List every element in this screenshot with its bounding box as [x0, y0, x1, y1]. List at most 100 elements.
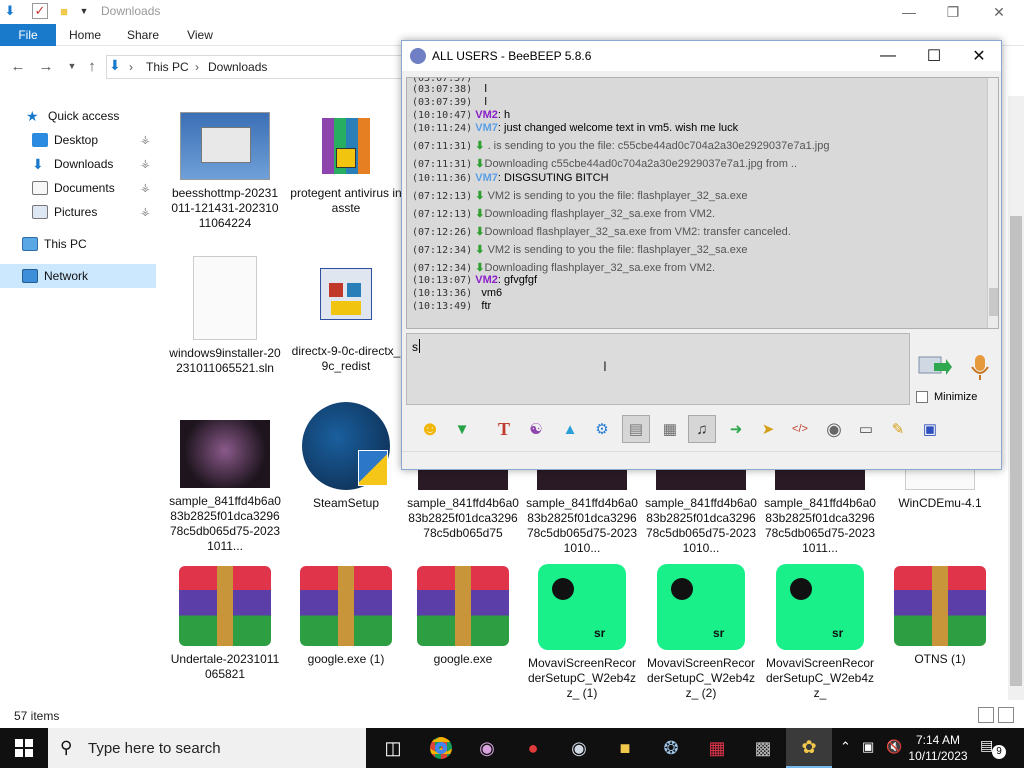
task-view-icon[interactable]: ◫: [370, 728, 416, 768]
save-icon[interactable]: ▣: [916, 415, 944, 443]
file-item[interactable]: beesshottmp-20231011-121431-202310110642…: [169, 112, 281, 231]
chat-scrollbar[interactable]: [987, 78, 998, 328]
send-file-icon[interactable]: ➜: [722, 415, 750, 443]
file-item[interactable]: sr MovaviScreenRecorderSetupC_W2eb4zz_ (…: [645, 564, 757, 701]
file-item[interactable]: sample_841ffd4b6a083b2825f01dca329678c5d…: [645, 470, 757, 556]
download-arrow-icon: ⬇: [109, 57, 121, 73]
tab-view[interactable]: View: [180, 24, 220, 46]
screen-icon[interactable]: ▭: [852, 415, 880, 443]
close-icon[interactable]: ✕: [976, 0, 1022, 24]
breadcrumb-downloads[interactable]: Downloads: [208, 60, 267, 74]
chat-history[interactable]: (03:07:37) (03:07:38) l (03:07:39) l (10…: [406, 77, 999, 329]
steam-icon: [302, 402, 390, 490]
settings-gear-icon[interactable]: ⚙: [588, 415, 616, 443]
file-item[interactable]: sample_841ffd4b6a083b2825f01dca329678c5d…: [764, 470, 876, 556]
nav-pictures[interactable]: Pictures ⚶: [0, 200, 156, 224]
pin-icon[interactable]: ⚶: [141, 181, 150, 194]
volume-muted-icon[interactable]: 🔇: [886, 739, 902, 755]
customize-qa-icon[interactable]: ▼: [76, 3, 92, 19]
pin-icon[interactable]: ⚶: [141, 205, 150, 218]
marker-icon[interactable]: ▼: [448, 415, 476, 443]
file-item[interactable]: OTNS (1): [884, 566, 996, 667]
new-folder-icon[interactable]: ■: [56, 3, 72, 19]
chat-line: (10:13:36) vm6: [412, 287, 503, 299]
file-item[interactable]: sample_841ffd4b6a083b2825f01dca329678c5d…: [526, 470, 638, 556]
pin-icon[interactable]: ⚶: [141, 157, 150, 170]
start-button[interactable]: [0, 728, 48, 768]
show-hidden-icons-icon[interactable]: ⌃: [840, 739, 851, 755]
music-note-icon[interactable]: ♫: [688, 415, 716, 443]
back-arrow-icon[interactable]: ←: [8, 56, 28, 76]
folder-arrow-icon[interactable]: ➤: [754, 415, 782, 443]
minimize-icon[interactable]: —: [886, 0, 932, 24]
winrar-icon[interactable]: ▦: [694, 728, 740, 768]
camera-icon[interactable]: ◉: [820, 415, 848, 443]
emoticon-icon[interactable]: ☻: [416, 415, 444, 443]
file-item[interactable]: directx-9-0c-directx_9c_redist: [290, 268, 402, 374]
tab-share[interactable]: Share: [122, 24, 164, 46]
maximize-icon[interactable]: ☐: [911, 41, 957, 71]
chat-line: (10:11:36) VM7: DISGSUTING BITCH: [412, 172, 609, 184]
message-input[interactable]: s I: [406, 333, 910, 405]
clock[interactable]: 7:14 AM 10/11/2023: [904, 732, 972, 764]
taskbar-search[interactable]: ⚲ Type here to search: [48, 728, 366, 768]
network-app-icon[interactable]: ▩: [740, 728, 786, 768]
scrollbar-thumb[interactable]: [1010, 216, 1022, 686]
taskbar: ⚲ Type here to search ◫ ◉ ● ◉ ■ ❂ ▦ ▩ ✿ …: [0, 728, 1024, 768]
download-icon: ⬇: [475, 158, 485, 170]
file-item[interactable]: protegent antivirus inasste: [290, 112, 402, 216]
filter-icon[interactable]: ▲: [556, 415, 584, 443]
nav-quick-access[interactable]: ★ Quick access: [0, 104, 156, 128]
font-icon[interactable]: T: [490, 415, 518, 443]
nav-documents[interactable]: Documents ⚶: [0, 176, 156, 200]
breadcrumb-this-pc[interactable]: This PC: [146, 60, 189, 74]
large-icons-view-icon[interactable]: [998, 707, 1014, 723]
nav-network[interactable]: Network: [0, 264, 156, 288]
file-item[interactable]: google.exe: [407, 566, 519, 667]
maximize-icon[interactable]: ❐: [930, 0, 976, 24]
minimize-checkbox[interactable]: Minimize: [916, 391, 977, 403]
checkbox-box[interactable]: [916, 391, 928, 403]
details-view-icon[interactable]: [978, 707, 994, 723]
movie-icon[interactable]: ❂: [648, 728, 694, 768]
color-palette-icon[interactable]: ☯: [522, 415, 550, 443]
tab-home[interactable]: Home: [64, 24, 106, 46]
flash-icon[interactable]: ●: [510, 728, 556, 768]
pin-icon[interactable]: ⚶: [141, 133, 150, 146]
forward-arrow-icon[interactable]: →: [36, 56, 56, 76]
chrome-icon[interactable]: [418, 728, 464, 768]
notes-icon[interactable]: ✎: [884, 415, 912, 443]
file-item[interactable]: Undertale-20231011065821: [169, 566, 281, 682]
vertical-scrollbar[interactable]: [1008, 96, 1024, 700]
nav-this-pc[interactable]: This PC: [0, 232, 156, 256]
file-item[interactable]: WinCDEmu-4.1: [884, 470, 996, 511]
steam-icon[interactable]: ◉: [556, 728, 602, 768]
nav-downloads[interactable]: ⬇ Downloads ⚶: [0, 152, 156, 176]
network-tray-icon[interactable]: ▣: [862, 739, 874, 755]
send-message-icon[interactable]: [918, 355, 952, 379]
inbox-icon[interactable]: ▤: [622, 415, 650, 443]
address-box[interactable]: ⬇ › This PC › Downloads: [106, 55, 402, 79]
scrollbar-thumb[interactable]: [989, 288, 998, 316]
code-icon[interactable]: </>: [786, 415, 814, 443]
microphone-icon[interactable]: [968, 353, 992, 383]
properties-icon[interactable]: ✓: [32, 3, 48, 19]
file-explorer-icon[interactable]: ■: [602, 728, 648, 768]
paint-icon[interactable]: ◉: [464, 728, 510, 768]
up-arrow-icon[interactable]: ↑: [82, 56, 102, 76]
action-center-icon[interactable]: ▤ 9: [980, 737, 1006, 759]
close-icon[interactable]: ✕: [956, 41, 1002, 71]
file-item[interactable]: sr MovaviScreenRecorderSetupC_W2eb4zz_: [764, 564, 876, 701]
file-item[interactable]: sr MovaviScreenRecorderSetupC_W2eb4zz_ (…: [526, 564, 638, 701]
beebeep-icon[interactable]: ✿: [786, 728, 832, 768]
file-item[interactable]: SteamSetup: [290, 402, 402, 511]
minimize-icon[interactable]: —: [865, 41, 911, 71]
nav-desktop[interactable]: Desktop ⚶: [0, 128, 156, 152]
text-box-icon[interactable]: ▦: [656, 415, 684, 443]
file-item[interactable]: sample_841ffd4b6a083b2825f01dca329678c5d…: [169, 420, 281, 554]
recent-chevron-icon[interactable]: ▼: [62, 56, 82, 76]
file-item[interactable]: sample_841ffd4b6a083b2825f01dca329678c5d…: [407, 470, 519, 541]
tab-file[interactable]: File: [0, 24, 56, 46]
file-item[interactable]: windows9installer-20231011065521.sln: [169, 256, 281, 376]
file-item[interactable]: google.exe (1): [290, 566, 402, 667]
